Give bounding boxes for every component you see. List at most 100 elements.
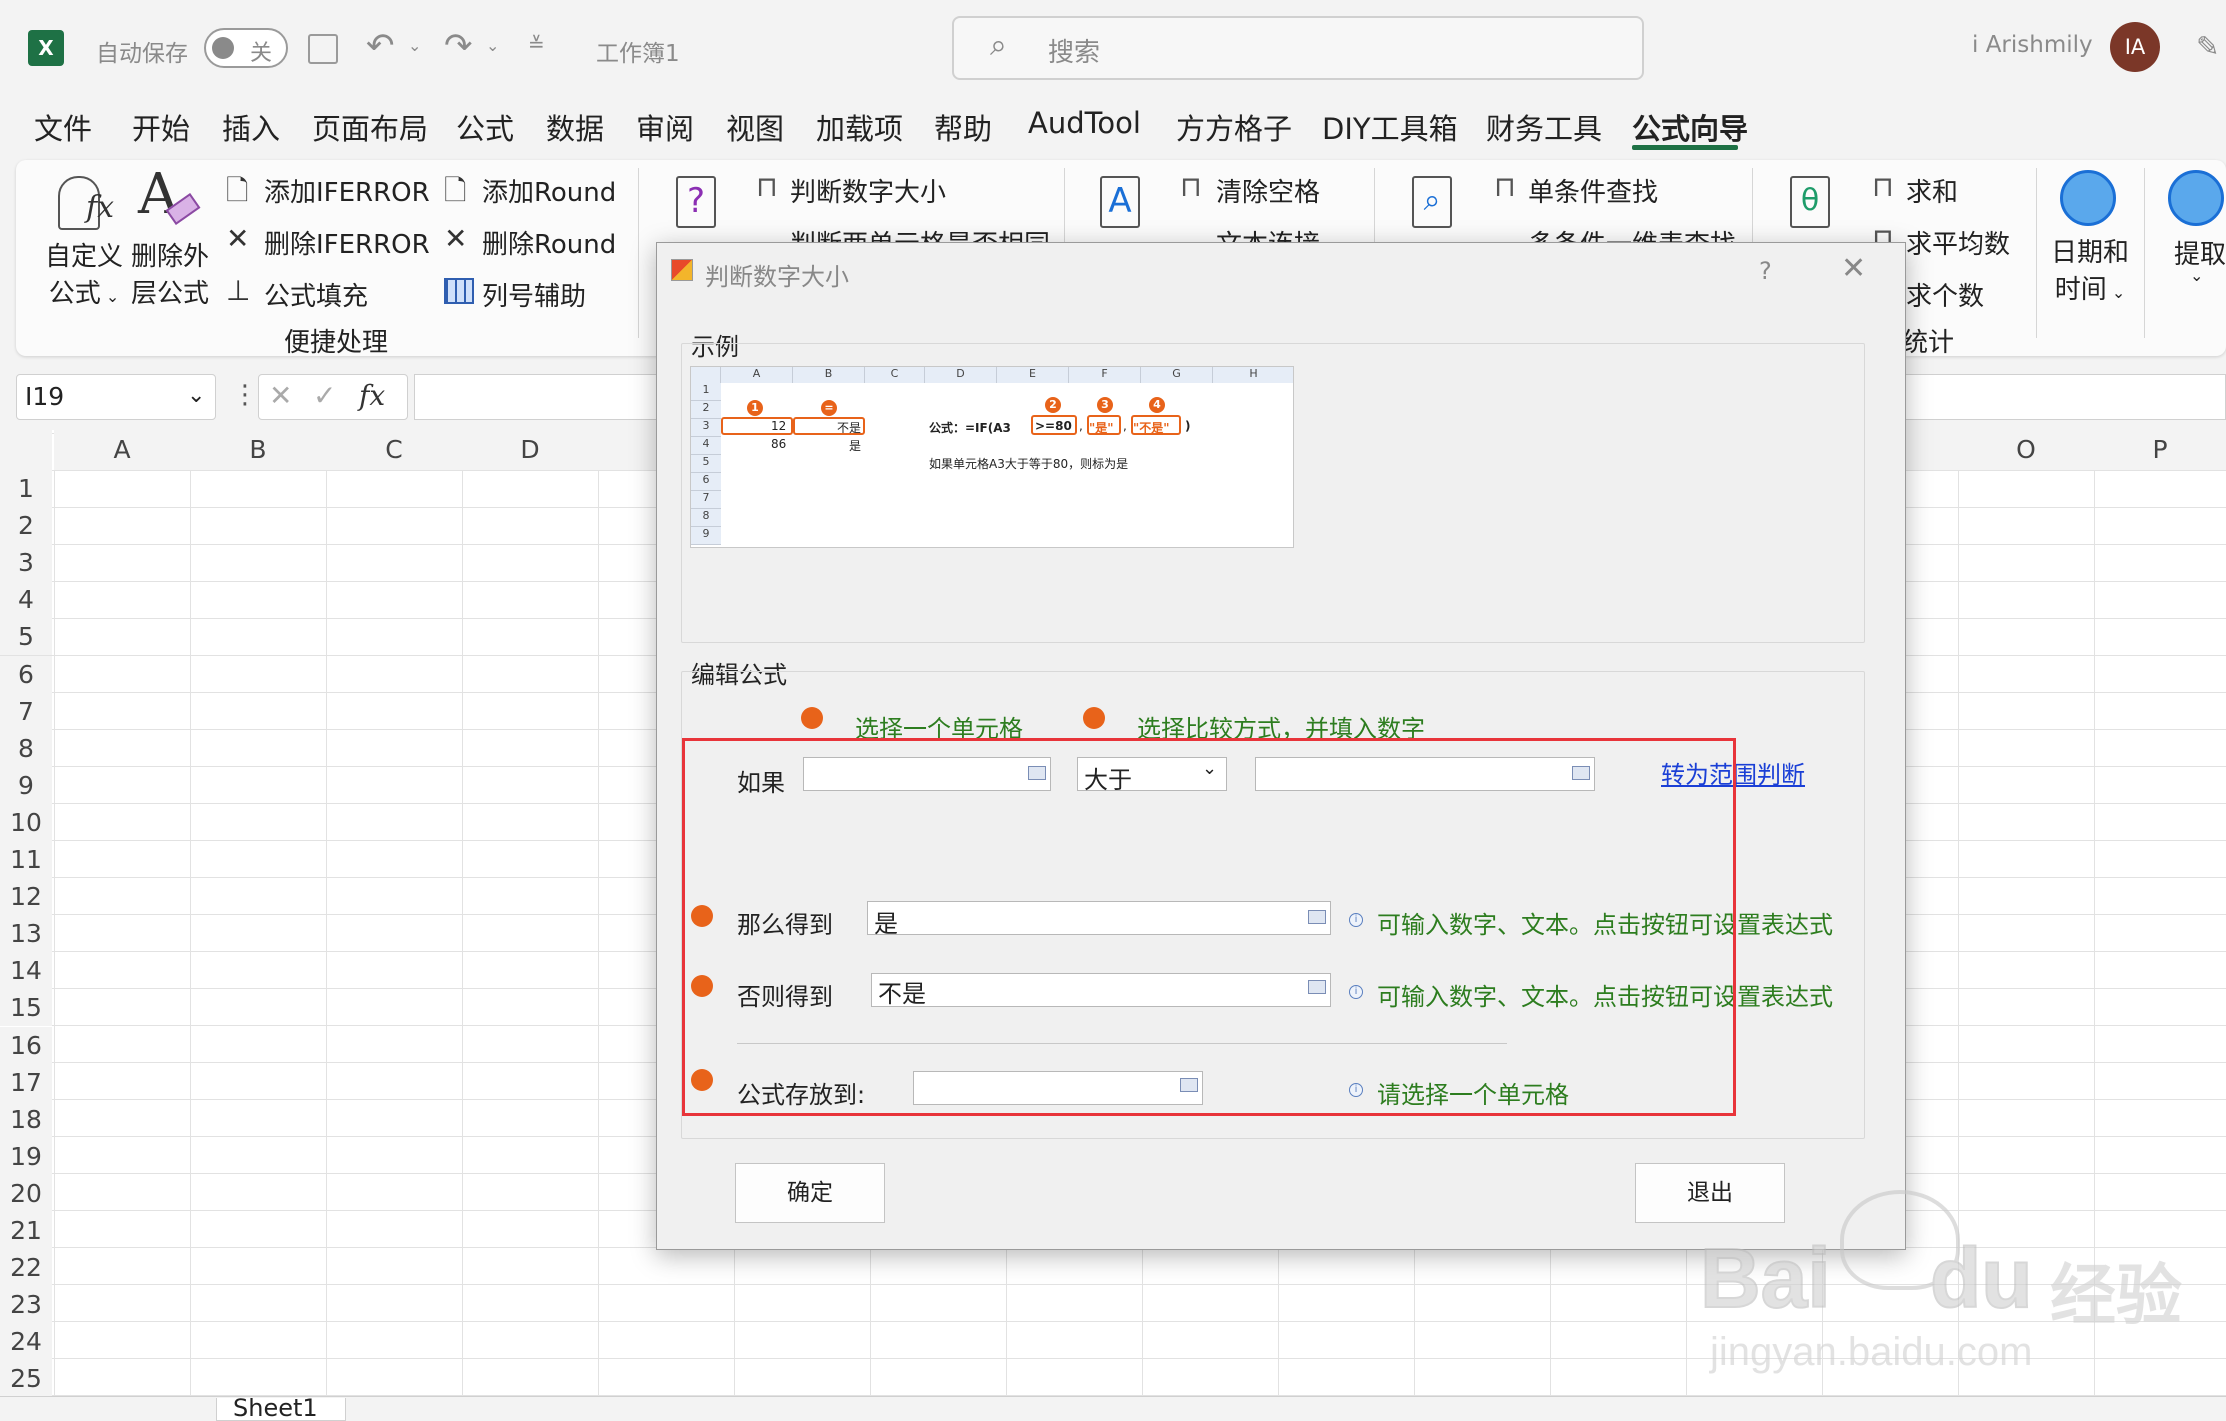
bookmark-icon: ⊓ <box>756 170 778 203</box>
avatar[interactable]: IA <box>2110 22 2160 72</box>
column-helper-button[interactable]: 列号辅助 <box>482 276 586 313</box>
example-highlight-a3 <box>721 417 793 435</box>
row-header[interactable]: 3 <box>0 544 52 582</box>
more-vert-icon[interactable]: ⋮ <box>232 380 258 410</box>
row-header[interactable]: 13 <box>0 915 52 953</box>
row-header[interactable]: 17 <box>0 1063 52 1101</box>
custom-formula-label-1: 自定义 <box>44 242 123 272</box>
row-header[interactable]: 11 <box>0 841 52 878</box>
undo-dropdown-icon[interactable]: ⌄ <box>408 36 421 55</box>
example-row-header: 8 <box>691 509 721 527</box>
text-a-icon[interactable]: A <box>1100 176 1140 228</box>
pen-icon[interactable]: ✎ <box>2196 30 2219 63</box>
column-header-d[interactable]: D <box>462 430 598 470</box>
fx-icon[interactable]: fx <box>359 379 385 412</box>
tab-review[interactable]: 审阅 <box>636 106 694 148</box>
baidu-watermark: Bai du 经验 jingyan.baidu.com <box>1699 1190 2220 1390</box>
row-header[interactable]: 10 <box>0 803 52 841</box>
sheet-tab[interactable]: Sheet1 <box>216 1398 346 1421</box>
row-header[interactable]: 12 <box>0 878 52 916</box>
tab-finance[interactable]: 财务工具 <box>1486 106 1602 148</box>
tab-help[interactable]: 帮助 <box>934 106 992 148</box>
row-header[interactable]: 5 <box>0 618 52 656</box>
example-badge-3: 3 <box>1097 397 1113 413</box>
row-header[interactable]: 15 <box>0 989 52 1027</box>
row-header[interactable]: 23 <box>0 1286 52 1324</box>
row-header[interactable]: 24 <box>0 1323 52 1361</box>
confirm-icon[interactable]: ✓ <box>313 379 336 412</box>
toggle-knob <box>212 37 234 59</box>
fill-icon: ⊥ <box>226 274 251 307</box>
theta-icon[interactable]: θ <box>1790 176 1830 228</box>
ok-button[interactable]: 确定 <box>735 1163 885 1223</box>
tab-fangfang[interactable]: 方方格子 <box>1176 106 1292 148</box>
clock-icon <box>2168 170 2224 226</box>
custom-formula-button[interactable]: 自定义 公式 ⌄ <box>44 236 124 310</box>
save-icon[interactable] <box>308 34 338 64</box>
clear-spaces-button[interactable]: 清除空格 <box>1216 172 1320 209</box>
autosave-toggle[interactable]: 关 <box>204 28 288 68</box>
help-book-icon[interactable]: ? <box>676 176 716 228</box>
formula-fill-button[interactable]: 公式填充 <box>264 276 368 313</box>
select-all-corner[interactable] <box>0 430 52 470</box>
tab-view[interactable]: 视图 <box>726 106 784 148</box>
row-header[interactable]: 14 <box>0 952 52 990</box>
magnifier-icon[interactable]: ⌕ <box>1412 176 1452 228</box>
example-row-header: 3 <box>691 419 721 437</box>
redo-icon[interactable]: ↷ <box>444 26 473 66</box>
row-header[interactable]: 16 <box>0 1026 52 1064</box>
remove-round-button[interactable]: 删除Round <box>482 224 616 261</box>
remove-iferror-button[interactable]: 删除IFERROR <box>264 224 430 261</box>
example-row-header: 7 <box>691 491 721 509</box>
tab-page-layout[interactable]: 页面布局 <box>312 106 428 148</box>
tab-formulas[interactable]: 公式 <box>456 106 514 148</box>
row-header[interactable]: 8 <box>0 729 52 767</box>
row-header[interactable]: 19 <box>0 1137 52 1175</box>
row-header[interactable]: 9 <box>0 766 52 804</box>
remove-outer-button[interactable]: 删除外 层公式 <box>130 236 210 310</box>
undo-icon[interactable]: ↶ <box>366 26 395 66</box>
single-lookup-button[interactable]: 单条件查找 <box>1528 172 1658 209</box>
tab-audtool[interactable]: AudTool <box>1028 106 1141 140</box>
row-header[interactable]: 7 <box>0 692 52 730</box>
row-header[interactable]: 4 <box>0 581 52 619</box>
row-header[interactable]: 18 <box>0 1100 52 1138</box>
redo-dropdown-icon[interactable]: ⌄ <box>486 36 499 55</box>
close-icon[interactable]: ✕ <box>1841 251 1866 286</box>
row-header[interactable]: 22 <box>0 1249 52 1287</box>
tab-home[interactable]: 开始 <box>132 106 190 148</box>
column-header-p[interactable]: P <box>2094 430 2226 470</box>
cancel-icon[interactable]: ✕ <box>269 379 292 412</box>
judge-number-button[interactable]: 判断数字大小 <box>790 172 946 209</box>
tab-diy[interactable]: DIY工具箱 <box>1322 106 1458 148</box>
average-button[interactable]: 求平均数 <box>1906 224 2010 261</box>
count-button[interactable]: 求个数 <box>1906 276 1984 313</box>
tab-insert[interactable]: 插入 <box>222 106 280 148</box>
tab-data[interactable]: 数据 <box>546 106 604 148</box>
name-box[interactable]: I19 ⌄ <box>16 374 216 420</box>
example-col-g: G <box>1141 367 1213 383</box>
row-header[interactable]: 6 <box>0 655 52 693</box>
row-header[interactable]: 25 <box>0 1360 52 1398</box>
help-icon[interactable]: ? <box>1759 257 1772 285</box>
row-header[interactable]: 1 <box>0 470 52 507</box>
datetime-button[interactable]: 日期和 时间 ⌄ <box>2050 232 2130 306</box>
row-header[interactable]: 20 <box>0 1174 52 1212</box>
tab-addins[interactable]: 加载项 <box>816 106 903 148</box>
row-header[interactable]: 21 <box>0 1212 52 1249</box>
row-header[interactable]: 2 <box>0 507 52 545</box>
quick-access-more-icon[interactable]: ≚ <box>528 32 545 56</box>
sum-button[interactable]: 求和 <box>1906 172 1958 209</box>
column-header-a[interactable]: A <box>54 430 190 470</box>
add-iferror-button[interactable]: 添加IFERROR <box>264 172 430 209</box>
example-comma-1: , <box>1079 419 1083 433</box>
column-header-c[interactable]: C <box>326 430 462 470</box>
excel-logo-icon[interactable]: X <box>28 30 64 66</box>
column-header-o[interactable]: O <box>1958 430 2094 470</box>
chevron-down-icon[interactable]: ⌄ <box>187 383 205 408</box>
tab-formula-wizard[interactable]: 公式向导 <box>1632 106 1748 148</box>
search-box[interactable]: ⌕ 搜索 <box>952 16 1644 80</box>
column-header-b[interactable]: B <box>190 430 326 470</box>
add-round-button[interactable]: 添加Round <box>482 172 616 209</box>
tab-file[interactable]: 文件 <box>34 106 92 148</box>
